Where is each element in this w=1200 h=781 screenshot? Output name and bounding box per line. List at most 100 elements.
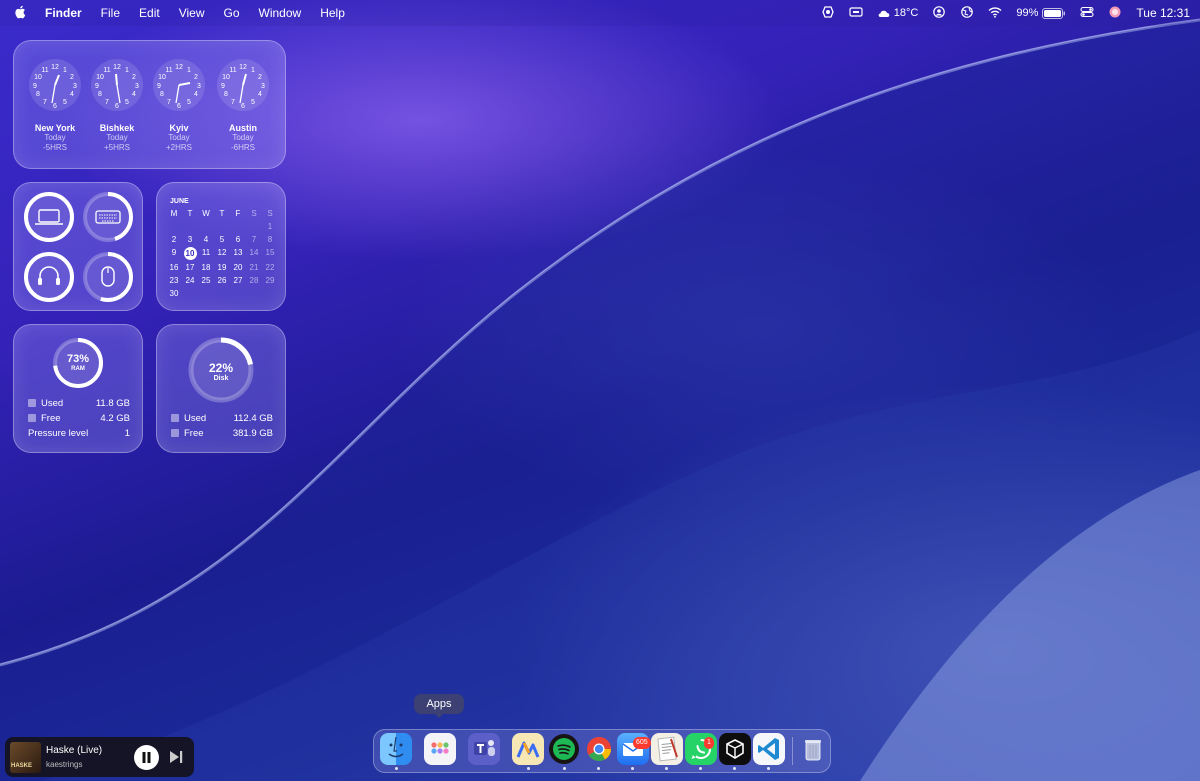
calendar-month: JUNE <box>170 198 189 205</box>
vscode-icon[interactable] <box>753 733 785 765</box>
menu-window[interactable]: Window <box>259 6 302 20</box>
memory-widget[interactable]: 73% RAM Used 11.8 GB Free 4.2 GB Pressur… <box>13 324 143 453</box>
trash-icon[interactable] <box>797 733 829 765</box>
menu-clock[interactable]: Tue 12:31 <box>1136 6 1190 20</box>
svg-text:7: 7 <box>231 99 235 106</box>
menu-file[interactable]: File <box>101 6 120 20</box>
teams-icon[interactable] <box>468 733 500 765</box>
running-indicator <box>631 767 634 770</box>
batteries-rings <box>24 192 133 302</box>
batteries-widget[interactable] <box>13 182 143 311</box>
calendar-day[interactable]: 19 <box>214 263 230 273</box>
calendar-day[interactable]: 18 <box>198 263 214 273</box>
menu-view[interactable]: View <box>179 6 205 20</box>
globe-icon[interactable] <box>960 5 974 21</box>
battery-indicator[interactable]: 99% <box>1016 7 1066 19</box>
svg-text:9: 9 <box>157 83 161 90</box>
svg-text:4: 4 <box>194 91 198 98</box>
menu-edit[interactable]: Edit <box>139 6 160 20</box>
analytics-icon[interactable] <box>512 733 544 765</box>
calendar-day[interactable]: 20 <box>230 263 246 273</box>
calendar-day[interactable]: 6 <box>230 235 246 245</box>
svg-text:1: 1 <box>63 67 67 74</box>
running-indicator <box>395 767 398 770</box>
calendar-day[interactable]: 29 <box>262 276 278 286</box>
memory-pressure-value: 1 <box>124 428 130 439</box>
calendar-day[interactable]: 25 <box>198 276 214 286</box>
chrome-icon[interactable] <box>583 733 615 765</box>
calendar-day[interactable]: 30 <box>166 289 182 299</box>
user-icon[interactable] <box>932 5 946 21</box>
apps-icon[interactable] <box>424 733 456 765</box>
memory-free-value: 4.2 GB <box>100 413 130 424</box>
calendar-day[interactable]: 21 <box>246 263 262 273</box>
svg-text:11: 11 <box>41 67 48 74</box>
screen-record-icon[interactable] <box>821 5 835 21</box>
control-center-icon[interactable] <box>1080 6 1094 21</box>
weather-temp: 18°C <box>893 7 919 19</box>
weather-widget[interactable]: 18°C <box>877 7 919 19</box>
clock-offset: +2HRS <box>165 143 192 152</box>
calendar-day[interactable]: 28 <box>246 276 262 286</box>
siri-icon[interactable] <box>1108 6 1122 21</box>
calendar-day[interactable]: 7 <box>246 235 262 245</box>
calendar-day[interactable]: 8 <box>262 235 278 245</box>
display-icon[interactable] <box>849 6 863 21</box>
now-playing-widget[interactable]: HASKE Haske (Live) kaestrings <box>5 737 194 777</box>
wifi-icon[interactable] <box>988 6 1002 21</box>
calendar-day[interactable]: 13 <box>230 248 246 258</box>
calendar-day[interactable]: 3 <box>182 235 198 245</box>
svg-text:6: 6 <box>53 103 57 110</box>
clock-offset: -5HRS <box>42 143 67 152</box>
menu-help[interactable]: Help <box>320 6 345 20</box>
calendar-day[interactable]: 22 <box>262 263 278 273</box>
svg-text:2: 2 <box>258 74 262 81</box>
calendar-day[interactable]: 26 <box>214 276 230 286</box>
calendar-widget[interactable]: JUNE M T W T F S S 1 2 3 4 5 6 7 8 9 10 11 12 13 14 15 16 17 18 1… <box>156 182 286 311</box>
calendar-day[interactable]: 2 <box>166 235 182 245</box>
analog-clock-icon: 12 12 3456789 1011 <box>29 59 81 111</box>
calendar-day[interactable]: 10 <box>183 247 197 260</box>
svg-text:7: 7 <box>43 99 47 106</box>
calendar-day[interactable]: 15 <box>262 248 278 258</box>
calendar-day[interactable]: 23 <box>166 276 182 286</box>
apple-icon[interactable] <box>14 5 26 22</box>
svg-text:3: 3 <box>197 83 201 90</box>
disk-widget[interactable]: 22% Disk Used 112.4 GB Free 381.9 GB <box>156 324 286 453</box>
calendar-day[interactable]: 14 <box>246 248 262 258</box>
svg-text:12: 12 <box>175 64 183 71</box>
running-indicator <box>665 767 668 770</box>
clock-offset: +5HRS <box>103 143 130 152</box>
clock-day: Today <box>168 133 190 142</box>
calendar-day[interactable]: 17 <box>182 263 198 273</box>
pause-button[interactable] <box>134 745 159 770</box>
world-clock-widget[interactable]: 12 1 2 3 4 5 6 7 8 9 10 11 New York Today -5HRS 12 1… <box>13 40 286 169</box>
memory-pressure-row: Pressure level 1 <box>28 428 130 439</box>
textedit-icon[interactable] <box>651 733 683 765</box>
calendar-day[interactable]: 4 <box>198 235 214 245</box>
weekday-label: M <box>170 209 178 218</box>
next-track-button[interactable] <box>168 749 184 765</box>
finder-icon[interactable] <box>380 733 412 765</box>
spotify-icon[interactable] <box>549 734 579 764</box>
calendar-day[interactable]: 9 <box>166 248 182 258</box>
calendar-day[interactable]: 5 <box>214 235 230 245</box>
disk-free-value: 381.9 GB <box>232 428 273 439</box>
svg-text:9: 9 <box>95 83 99 90</box>
memory-percent: 73% <box>66 353 90 365</box>
cube-icon[interactable] <box>719 733 751 765</box>
calendar-day[interactable]: 1 <box>262 222 278 232</box>
menu-go[interactable]: Go <box>224 6 240 20</box>
weekday-label: S <box>251 209 257 218</box>
svg-text:1: 1 <box>125 67 129 74</box>
menu-app-name[interactable]: Finder <box>45 6 82 20</box>
calendar-day[interactable]: 16 <box>166 263 182 273</box>
calendar-day[interactable]: 24 <box>182 276 198 286</box>
calendar-day[interactable]: 12 <box>214 248 230 258</box>
calendar-day[interactable]: 11 <box>198 248 214 258</box>
calendar-day[interactable]: 27 <box>230 276 246 286</box>
clock-bishkek: 12 1 2 3 4 5 6 7 8 9 10 11 Bishkek Today +5HRS <box>90 58 144 153</box>
svg-text:10: 10 <box>158 74 166 81</box>
svg-text:12: 12 <box>239 64 247 71</box>
calendar-empty <box>214 222 230 232</box>
